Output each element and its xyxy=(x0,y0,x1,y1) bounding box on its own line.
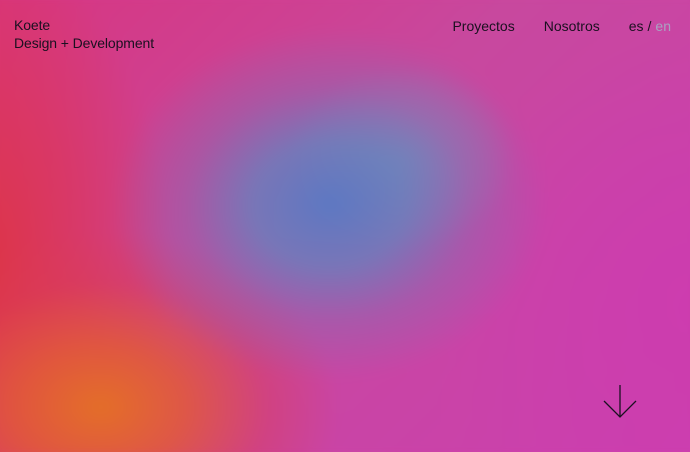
brand-name: Koete xyxy=(14,17,51,33)
nav-link-proyectos[interactable]: Proyectos xyxy=(452,17,514,35)
gradient-background xyxy=(0,0,690,452)
lang-separator: / xyxy=(647,18,652,34)
arrow-down-icon-svg xyxy=(603,385,637,418)
main-nav: Proyectos Nosotros es / en xyxy=(452,17,671,35)
brand-logo[interactable]: Koete Design + Development xyxy=(14,16,154,52)
brand-tagline: Design + Development xyxy=(14,35,155,51)
hero-page: Koete Design + Development Proyectos Nos… xyxy=(0,0,690,452)
lang-es-link[interactable]: es xyxy=(629,17,644,35)
language-switcher: es / en xyxy=(629,17,671,35)
arrow-down-icon[interactable] xyxy=(601,383,639,421)
nav-link-nosotros[interactable]: Nosotros xyxy=(544,17,600,35)
lang-en-link[interactable]: en xyxy=(655,17,671,35)
